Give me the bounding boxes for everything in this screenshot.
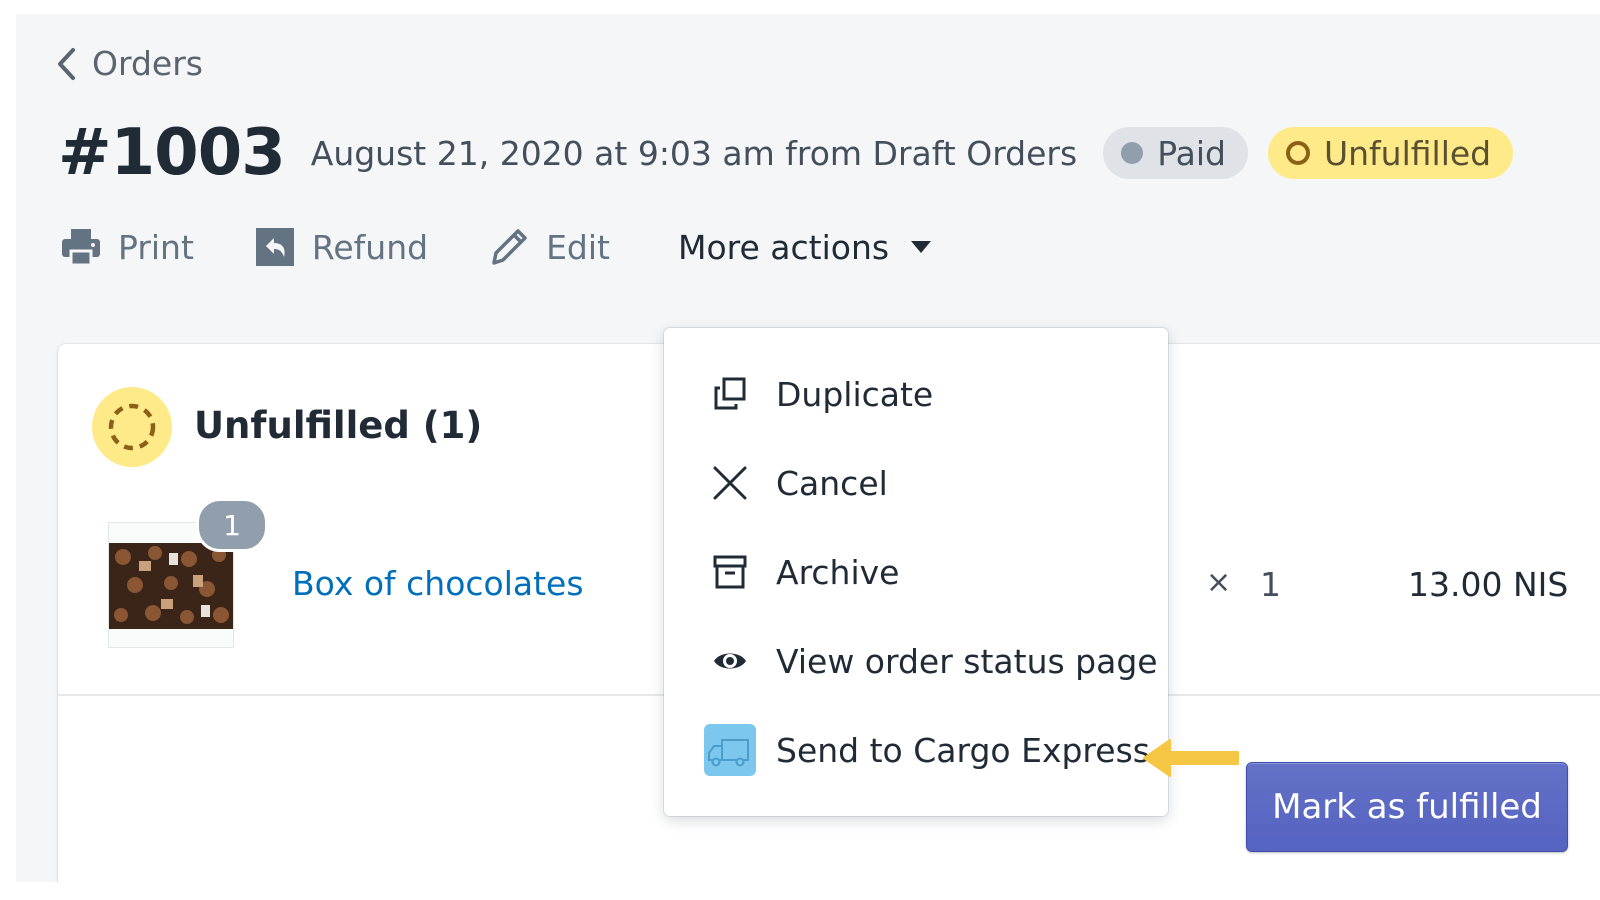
menu-item-label: Duplicate <box>776 374 934 414</box>
eye-icon <box>704 635 756 687</box>
line-total: 13.00 NIS <box>1408 565 1569 604</box>
order-date-source: August 21, 2020 at 9:03 am from Draft Or… <box>310 133 1078 173</box>
payment-status-label: Paid <box>1157 133 1226 173</box>
breadcrumb[interactable]: Orders <box>56 44 203 83</box>
menu-item-duplicate[interactable]: Duplicate <box>664 354 1168 434</box>
order-page: Orders #1003 August 21, 2020 at 9:03 am … <box>16 14 1600 882</box>
menu-item-cancel[interactable]: Cancel <box>664 443 1168 523</box>
times-sign: × <box>1206 565 1232 600</box>
menu-item-view-order-status[interactable]: View order status page <box>664 621 1168 701</box>
order-actions-toolbar: Print Refund Edit More actions <box>60 226 991 268</box>
menu-item-archive[interactable]: Archive <box>664 532 1168 612</box>
fulfillment-status-badge: Unfulfilled <box>1267 127 1514 179</box>
menu-item-label: Cancel <box>776 463 888 503</box>
order-header: #1003 August 21, 2020 at 9:03 am from Dr… <box>58 116 1533 190</box>
menu-item-label: View order status page <box>776 641 1158 681</box>
edit-label: Edit <box>546 227 610 267</box>
order-number: #1003 <box>58 116 286 190</box>
quantity-badge: 1 <box>196 498 268 552</box>
duplicate-icon <box>704 368 756 420</box>
line-quantity: 1 <box>1260 565 1281 604</box>
unfulfilled-ring-icon <box>1285 141 1310 165</box>
refund-button[interactable]: Refund <box>254 226 428 268</box>
menu-item-label: Archive <box>776 552 900 592</box>
truck-icon <box>704 724 756 776</box>
product-link[interactable]: Box of chocolates <box>292 564 584 603</box>
print-button[interactable]: Print <box>60 226 194 268</box>
printer-icon <box>62 229 100 267</box>
more-actions-label: More actions <box>677 227 890 267</box>
menu-item-send-to-cargo-express[interactable]: Send to Cargo Express <box>664 710 1168 790</box>
unfulfilled-status-icon <box>92 387 172 467</box>
close-icon <box>704 457 756 509</box>
payment-status-badge: Paid <box>1103 127 1248 179</box>
refund-label: Refund <box>311 227 429 267</box>
breadcrumb-orders-link[interactable]: Orders <box>92 44 203 83</box>
fulfillment-status-label: Unfulfilled <box>1323 133 1492 173</box>
menu-item-label: Send to Cargo Express <box>776 730 1150 770</box>
caret-down-icon <box>911 241 932 253</box>
print-label: Print <box>118 227 194 267</box>
more-actions-menu: Duplicate Cancel Archive View order stat… <box>664 328 1168 816</box>
pencil-icon <box>492 229 527 265</box>
chevron-left-icon <box>58 47 75 80</box>
fulfillment-card-title: Unfulfilled (1) <box>194 404 483 447</box>
annotation-arrow-icon <box>1143 739 1239 777</box>
mark-as-fulfilled-button[interactable]: Mark as fulfilled <box>1246 762 1568 852</box>
more-actions-button[interactable]: More actions <box>677 227 932 267</box>
archive-icon <box>704 546 756 598</box>
refund-icon <box>255 228 294 266</box>
paid-dot-icon <box>1121 142 1144 164</box>
edit-button[interactable]: Edit <box>488 226 610 268</box>
